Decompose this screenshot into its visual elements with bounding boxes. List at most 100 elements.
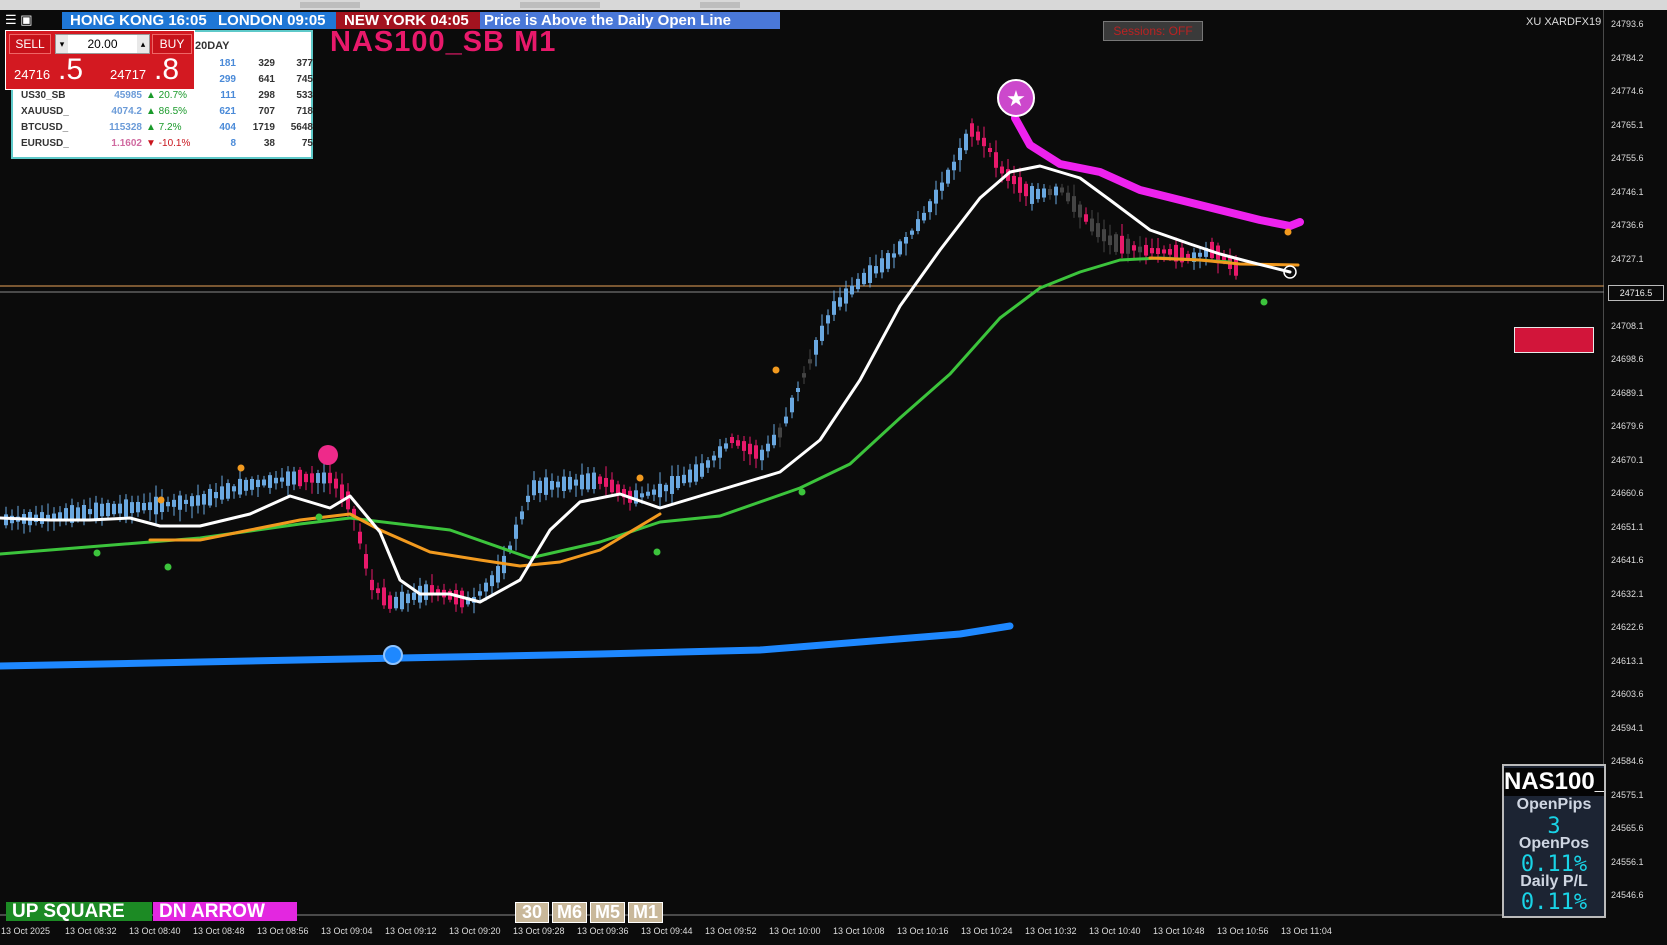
timeframe-button-m5[interactable]: M5 (590, 902, 625, 923)
blue-dot-marker (383, 645, 403, 665)
candle-body (814, 339, 818, 355)
candle-body (676, 476, 680, 488)
timeframe-button-m6[interactable]: M6 (552, 902, 587, 923)
time-axis-label: 13 Oct 08:56 (257, 926, 309, 936)
candle-body (112, 503, 116, 515)
candle-body (1168, 249, 1172, 255)
watchlist-cell-change: ▼ -10.1% (146, 138, 191, 149)
candle-body (142, 502, 146, 511)
candle-body (184, 499, 188, 504)
candle-body (532, 480, 536, 496)
candle-body (478, 591, 482, 596)
candle-body (724, 443, 728, 449)
watchlist-cell-change: ▲ 20.7% (146, 90, 188, 101)
window-menu-icon[interactable]: ☰ ▣ (5, 12, 33, 28)
sessions-toggle-button[interactable]: Sessions: OFF (1103, 21, 1203, 41)
lot-decrease-icon[interactable]: ▾ (56, 35, 68, 53)
one-click-trade-panel: SELL ▾ 20.00 ▴ BUY 24716 .5 24717 .8 (5, 30, 195, 90)
watchlist-row[interactable]: US30_SB 45985 ▲ 20.7% 111 298 533 (21, 88, 313, 104)
lot-size-input[interactable]: ▾ 20.00 ▴ (55, 34, 150, 54)
green-dot-marker (1260, 298, 1268, 306)
candle-body (76, 507, 80, 520)
timeframe-button-30[interactable]: 30 (515, 902, 549, 923)
buy-price-big: .8 (154, 53, 180, 86)
candle-body (1024, 183, 1028, 197)
candle-body (100, 503, 104, 517)
candle-body (706, 460, 710, 468)
top-toolbar-strip (0, 0, 1667, 10)
candle-body (808, 359, 812, 364)
candle-body (838, 297, 842, 307)
candle-body (226, 483, 230, 499)
blue-moving-average (0, 622, 1014, 670)
candle-body (1162, 249, 1166, 254)
candle-body (712, 455, 716, 461)
timeframe-button-m1[interactable]: M1 (628, 902, 663, 923)
price-axis-label: 24641.6 (1611, 555, 1644, 565)
price-axis-label: 24651.1 (1611, 521, 1644, 532)
sell-button[interactable]: SELL (9, 34, 51, 54)
time-axis-label: 13 Oct 09:52 (705, 926, 757, 936)
candle-body (970, 123, 974, 137)
buy-button[interactable]: BUY (152, 34, 192, 54)
candle-body (904, 236, 908, 244)
candle-body (154, 496, 158, 515)
candle-body (1066, 192, 1070, 202)
price-axis-label: 24679.6 (1611, 421, 1644, 431)
candle-body (1048, 188, 1052, 196)
candle-body (556, 481, 560, 488)
watchlist-cell-symbol: EURUSD_ (21, 138, 69, 149)
star-icon: ★ (1006, 87, 1026, 112)
watchlist-cell-a: 181 (219, 58, 236, 69)
lot-increase-icon[interactable]: ▴ (137, 35, 149, 53)
candle-body (544, 477, 548, 495)
candle-body (514, 524, 518, 539)
candle-body (268, 475, 272, 488)
time-axis-label: 13 Oct 09:12 (385, 926, 437, 936)
time-axis-label: 13 Oct 09:28 (513, 926, 565, 936)
candle-body (664, 484, 668, 492)
sell-price-button[interactable]: 24716 .5 (6, 53, 94, 87)
candle-body (1096, 223, 1100, 238)
info-panel: NAS100_S OpenPips 3 OpenPos 0.11% Daily … (1502, 764, 1606, 918)
candle-body (1000, 166, 1004, 174)
candle-body (250, 478, 254, 490)
watchlist-row[interactable]: BTCUSD_ 115328 ▲ 7.2% 404 1719 5648 (21, 120, 313, 136)
candle-body (364, 554, 368, 569)
candle-body (520, 511, 524, 520)
orange-dot-marker (1284, 228, 1292, 236)
watchlist-cell-a: 621 (219, 106, 236, 117)
candle-body (424, 584, 428, 600)
daily-pl-value: 0.11% (1520, 890, 1588, 915)
watchlist-row[interactable]: XAUUSD_ 4074.2 ▲ 86.5% 621 707 718 (21, 104, 313, 120)
candle-body (214, 492, 218, 499)
candle-body (802, 373, 806, 378)
candle-body (484, 582, 488, 592)
candle-body (952, 161, 956, 171)
candle-body (598, 476, 602, 484)
candle-body (874, 266, 878, 274)
candle-body (754, 445, 758, 459)
buy-price-button[interactable]: 24717 .8 (102, 53, 190, 87)
candle-body (826, 315, 830, 324)
candle-body (130, 502, 134, 514)
candle-body (106, 502, 110, 517)
candle-body (736, 440, 740, 446)
watchlist-cell-a: 299 (219, 74, 236, 85)
watchlist-cell-c: 533 (296, 90, 313, 101)
broker-text: XU XARDFX19 (1526, 16, 1602, 28)
watchlist-row[interactable]: EURUSD_ 1.1602 ▼ -10.1% 8 38 75 (21, 136, 313, 152)
candle-body (604, 477, 608, 487)
time-axis-label: 13 Oct 10:56 (1217, 926, 1269, 936)
candle-body (1150, 247, 1154, 254)
watchlist-cell-b: 298 (258, 90, 275, 101)
candle-body (790, 397, 794, 413)
candle-body (232, 486, 236, 492)
candle-body (748, 443, 752, 455)
price-axis-label: 24774.6 (1611, 86, 1644, 96)
signal-box (1514, 327, 1594, 353)
price-axis-label: 24765.1 (1611, 119, 1644, 130)
candle-body (376, 588, 380, 594)
watchlist-cell-c: 745 (296, 74, 313, 85)
dn-arrow-legend: DN ARROW (153, 902, 297, 921)
